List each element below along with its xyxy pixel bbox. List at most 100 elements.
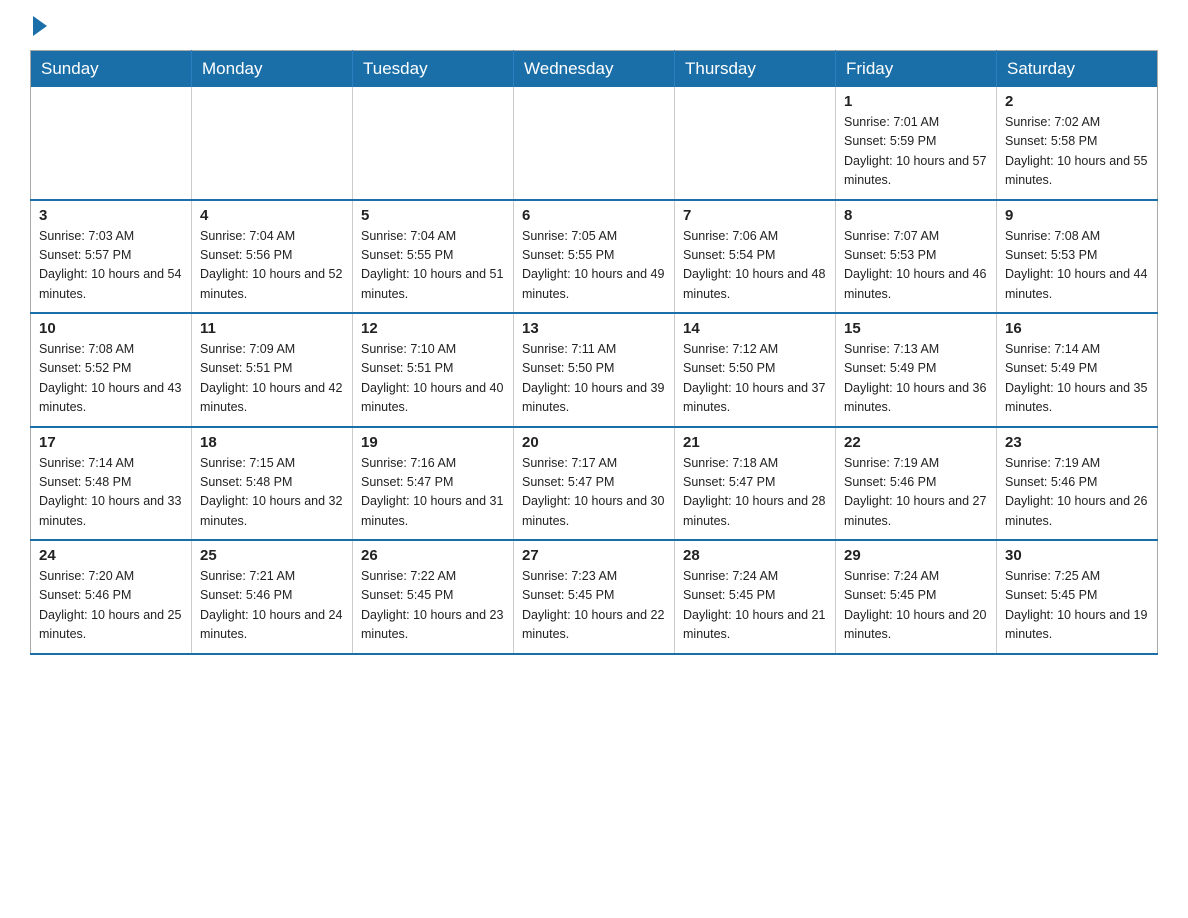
header	[30, 20, 1158, 32]
calendar-cell: 8 Sunrise: 7:07 AMSunset: 5:53 PMDaylight…	[836, 200, 997, 314]
day-info: Sunrise: 7:08 AMSunset: 5:53 PMDaylight:…	[1005, 227, 1149, 305]
calendar-cell: 11 Sunrise: 7:09 AMSunset: 5:51 PMDayligh…	[192, 313, 353, 427]
day-number: 18	[200, 434, 344, 451]
day-info: Sunrise: 7:04 AMSunset: 5:55 PMDaylight:…	[361, 227, 505, 305]
day-number: 6	[522, 207, 666, 224]
day-number: 22	[844, 434, 988, 451]
calendar-cell: 20 Sunrise: 7:17 AMSunset: 5:47 PMDayligh…	[514, 427, 675, 541]
day-number: 9	[1005, 207, 1149, 224]
day-number: 16	[1005, 320, 1149, 337]
calendar-cell: 12 Sunrise: 7:10 AMSunset: 5:51 PMDayligh…	[353, 313, 514, 427]
calendar-cell	[353, 87, 514, 200]
day-info: Sunrise: 7:14 AMSunset: 5:48 PMDaylight:…	[39, 454, 183, 532]
day-number: 23	[1005, 434, 1149, 451]
calendar-cell: 19 Sunrise: 7:16 AMSunset: 5:47 PMDayligh…	[353, 427, 514, 541]
day-info: Sunrise: 7:20 AMSunset: 5:46 PMDaylight:…	[39, 567, 183, 645]
calendar-cell	[31, 87, 192, 200]
header-thursday: Thursday	[675, 51, 836, 88]
calendar-cell: 30Sunrise: 7:25 AMSunset: 5:45 PMDayligh…	[997, 540, 1158, 654]
day-number: 14	[683, 320, 827, 337]
day-number: 21	[683, 434, 827, 451]
calendar-cell: 27 Sunrise: 7:23 AMSunset: 5:45 PMDayligh…	[514, 540, 675, 654]
day-number: 8	[844, 207, 988, 224]
day-info: Sunrise: 7:12 AMSunset: 5:50 PMDaylight:…	[683, 340, 827, 418]
day-info: Sunrise: 7:06 AMSunset: 5:54 PMDaylight:…	[683, 227, 827, 305]
day-info: Sunrise: 7:09 AMSunset: 5:51 PMDaylight:…	[200, 340, 344, 418]
calendar-cell: 1Sunrise: 7:01 AMSunset: 5:59 PMDaylight…	[836, 87, 997, 200]
calendar-cell: 7 Sunrise: 7:06 AMSunset: 5:54 PMDaylight…	[675, 200, 836, 314]
calendar-cell	[192, 87, 353, 200]
header-friday: Friday	[836, 51, 997, 88]
header-wednesday: Wednesday	[514, 51, 675, 88]
day-number: 25	[200, 547, 344, 564]
header-monday: Monday	[192, 51, 353, 88]
calendar-cell: 18Sunrise: 7:15 AMSunset: 5:48 PMDayligh…	[192, 427, 353, 541]
day-number: 17	[39, 434, 183, 451]
day-info: Sunrise: 7:19 AMSunset: 5:46 PMDaylight:…	[844, 454, 988, 532]
calendar-table: Sunday Monday Tuesday Wednesday Thursday…	[30, 50, 1158, 655]
day-number: 5	[361, 207, 505, 224]
day-info: Sunrise: 7:16 AMSunset: 5:47 PMDaylight:…	[361, 454, 505, 532]
calendar-cell	[675, 87, 836, 200]
weekday-header-row: Sunday Monday Tuesday Wednesday Thursday…	[31, 51, 1158, 88]
day-number: 3	[39, 207, 183, 224]
day-number: 27	[522, 547, 666, 564]
day-number: 7	[683, 207, 827, 224]
calendar-cell: 10Sunrise: 7:08 AMSunset: 5:52 PMDayligh…	[31, 313, 192, 427]
day-info: Sunrise: 7:10 AMSunset: 5:51 PMDaylight:…	[361, 340, 505, 418]
logo	[30, 20, 47, 32]
day-info: Sunrise: 7:03 AMSunset: 5:57 PMDaylight:…	[39, 227, 183, 305]
day-number: 2	[1005, 93, 1149, 110]
day-number: 15	[844, 320, 988, 337]
day-info: Sunrise: 7:07 AMSunset: 5:53 PMDaylight:…	[844, 227, 988, 305]
calendar-cell: 9 Sunrise: 7:08 AMSunset: 5:53 PMDaylight…	[997, 200, 1158, 314]
day-info: Sunrise: 7:17 AMSunset: 5:47 PMDaylight:…	[522, 454, 666, 532]
calendar-week-row: 17 Sunrise: 7:14 AMSunset: 5:48 PMDayligh…	[31, 427, 1158, 541]
day-number: 1	[844, 93, 988, 110]
calendar-week-row: 24 Sunrise: 7:20 AMSunset: 5:46 PMDayligh…	[31, 540, 1158, 654]
day-number: 24	[39, 547, 183, 564]
day-info: Sunrise: 7:25 AMSunset: 5:45 PMDaylight:…	[1005, 567, 1149, 645]
day-number: 28	[683, 547, 827, 564]
day-info: Sunrise: 7:24 AMSunset: 5:45 PMDaylight:…	[844, 567, 988, 645]
calendar-cell: 3 Sunrise: 7:03 AMSunset: 5:57 PMDaylight…	[31, 200, 192, 314]
day-info: Sunrise: 7:24 AMSunset: 5:45 PMDaylight:…	[683, 567, 827, 645]
day-number: 11	[200, 320, 344, 337]
day-number: 4	[200, 207, 344, 224]
calendar-cell: 28 Sunrise: 7:24 AMSunset: 5:45 PMDayligh…	[675, 540, 836, 654]
day-number: 13	[522, 320, 666, 337]
calendar-cell: 14 Sunrise: 7:12 AMSunset: 5:50 PMDayligh…	[675, 313, 836, 427]
day-number: 29	[844, 547, 988, 564]
calendar-cell	[514, 87, 675, 200]
calendar-cell: 17 Sunrise: 7:14 AMSunset: 5:48 PMDayligh…	[31, 427, 192, 541]
day-info: Sunrise: 7:02 AMSunset: 5:58 PMDaylight:…	[1005, 113, 1149, 191]
calendar-cell: 4 Sunrise: 7:04 AMSunset: 5:56 PMDaylight…	[192, 200, 353, 314]
header-saturday: Saturday	[997, 51, 1158, 88]
day-info: Sunrise: 7:05 AMSunset: 5:55 PMDaylight:…	[522, 227, 666, 305]
calendar-cell: 15 Sunrise: 7:13 AMSunset: 5:49 PMDayligh…	[836, 313, 997, 427]
calendar-week-row: 10Sunrise: 7:08 AMSunset: 5:52 PMDayligh…	[31, 313, 1158, 427]
day-info: Sunrise: 7:13 AMSunset: 5:49 PMDaylight:…	[844, 340, 988, 418]
calendar-cell: 22 Sunrise: 7:19 AMSunset: 5:46 PMDayligh…	[836, 427, 997, 541]
day-info: Sunrise: 7:04 AMSunset: 5:56 PMDaylight:…	[200, 227, 344, 305]
calendar-cell: 5 Sunrise: 7:04 AMSunset: 5:55 PMDaylight…	[353, 200, 514, 314]
calendar-cell: 16 Sunrise: 7:14 AMSunset: 5:49 PMDayligh…	[997, 313, 1158, 427]
calendar-week-row: 3 Sunrise: 7:03 AMSunset: 5:57 PMDaylight…	[31, 200, 1158, 314]
calendar-cell: 23 Sunrise: 7:19 AMSunset: 5:46 PMDayligh…	[997, 427, 1158, 541]
day-info: Sunrise: 7:19 AMSunset: 5:46 PMDaylight:…	[1005, 454, 1149, 532]
calendar-cell: 6 Sunrise: 7:05 AMSunset: 5:55 PMDaylight…	[514, 200, 675, 314]
calendar-cell: 13 Sunrise: 7:11 AMSunset: 5:50 PMDayligh…	[514, 313, 675, 427]
day-info: Sunrise: 7:11 AMSunset: 5:50 PMDaylight:…	[522, 340, 666, 418]
day-number: 12	[361, 320, 505, 337]
calendar-week-row: 1Sunrise: 7:01 AMSunset: 5:59 PMDaylight…	[31, 87, 1158, 200]
header-sunday: Sunday	[31, 51, 192, 88]
day-number: 20	[522, 434, 666, 451]
calendar-cell: 24 Sunrise: 7:20 AMSunset: 5:46 PMDayligh…	[31, 540, 192, 654]
calendar-cell: 25Sunrise: 7:21 AMSunset: 5:46 PMDayligh…	[192, 540, 353, 654]
day-info: Sunrise: 7:08 AMSunset: 5:52 PMDaylight:…	[39, 340, 183, 418]
day-info: Sunrise: 7:14 AMSunset: 5:49 PMDaylight:…	[1005, 340, 1149, 418]
calendar-cell: 21Sunrise: 7:18 AMSunset: 5:47 PMDayligh…	[675, 427, 836, 541]
calendar-cell: 29 Sunrise: 7:24 AMSunset: 5:45 PMDayligh…	[836, 540, 997, 654]
day-info: Sunrise: 7:23 AMSunset: 5:45 PMDaylight:…	[522, 567, 666, 645]
day-number: 19	[361, 434, 505, 451]
